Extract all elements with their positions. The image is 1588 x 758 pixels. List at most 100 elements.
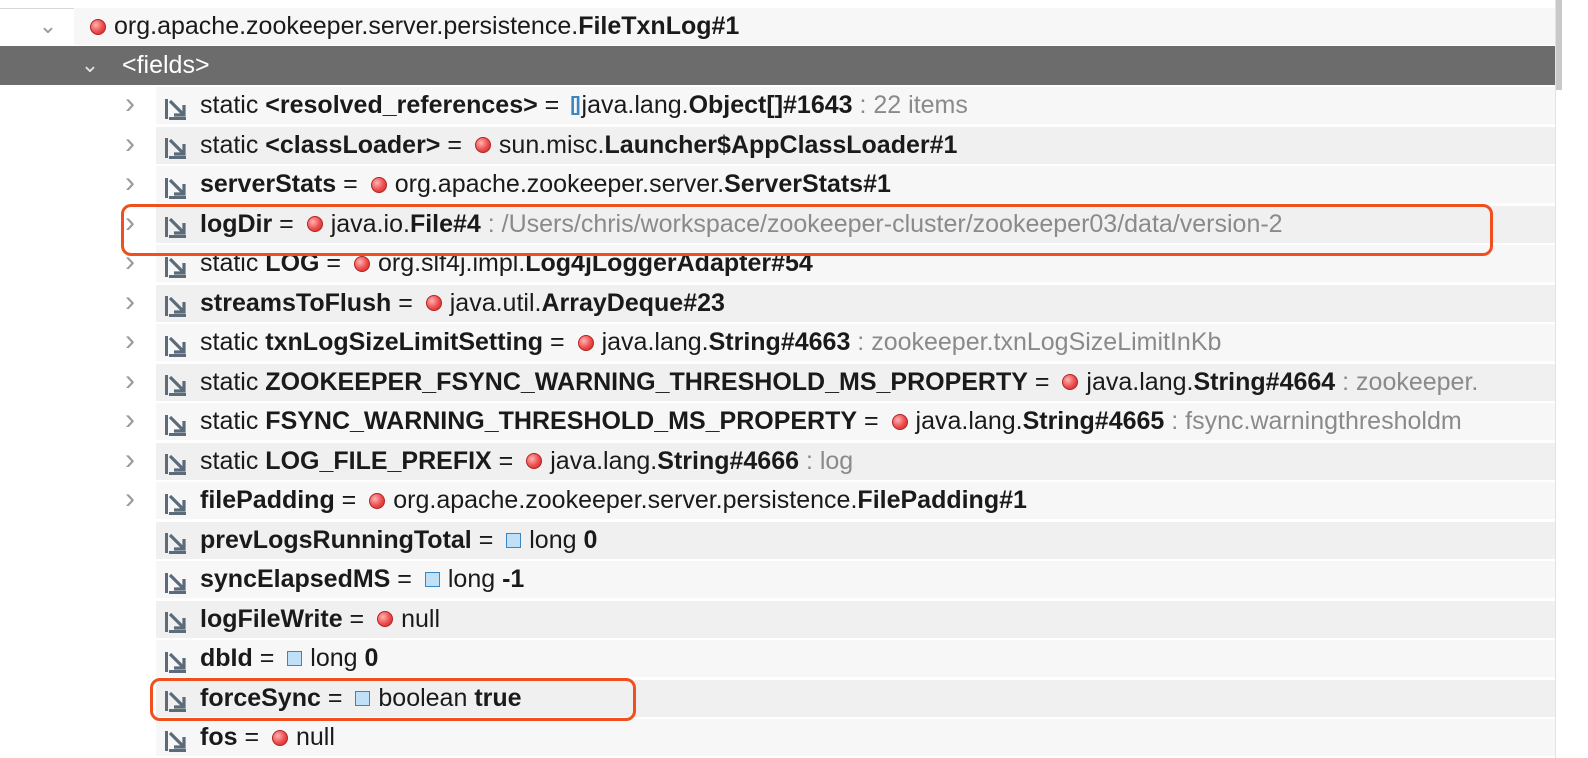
tree-row-root[interactable]: ⌄ org.apache.zookeeper.server.persistenc…: [0, 7, 1556, 46]
field-name: LOG: [265, 249, 320, 277]
field-name: txnLogSizeLimitSetting: [265, 328, 544, 356]
field-row-classloader[interactable]: › static <classLoader> = sun.misc. Launche…: [0, 126, 1556, 165]
field-row-forcesync[interactable]: forceSync = boolean true: [0, 679, 1556, 718]
value-type-prefix: java.lang.: [550, 446, 658, 475]
field-row-dbid[interactable]: dbId = long 0: [0, 639, 1556, 678]
chevron-right-icon[interactable]: ›: [120, 442, 140, 481]
chevron-right-icon[interactable]: ›: [120, 284, 140, 323]
value-type-prefix: org.apache.zookeeper.server.: [394, 170, 725, 198]
value-type-name: true: [474, 683, 522, 712]
field-row-prevlogsrunningtotal[interactable]: prevLogsRunningTotal = long 0: [0, 521, 1556, 560]
field-row-fos[interactable]: fos = null: [0, 718, 1556, 757]
field-row-resolved-references[interactable]: › static <resolved_references> = [] java.l…: [0, 86, 1556, 125]
field-row-syncelapsedms[interactable]: syncElapsedMS = long -1: [0, 560, 1556, 599]
field-row-log-file-prefix[interactable]: › static LOG_FILE_PREFIX = java.lang. Stri…: [0, 442, 1556, 481]
field-row-log[interactable]: › static LOG = org.slf4j.impl. Log4jLogger…: [0, 244, 1556, 283]
chevron-right-icon[interactable]: ›: [120, 402, 140, 441]
field-modifier: static: [200, 328, 266, 356]
chevron-right-icon[interactable]: ›: [120, 126, 140, 165]
value-type-name: File#4: [409, 209, 481, 238]
field-icon: [164, 410, 188, 436]
fields-label: <fields>: [122, 51, 210, 79]
field-name: logFileWrite: [200, 604, 343, 633]
chevron-right-icon[interactable]: ›: [120, 323, 140, 362]
field-icon: [164, 528, 188, 554]
value-type-prefix: java.io.: [330, 209, 410, 238]
chevron-right-icon[interactable]: ›: [120, 244, 140, 283]
equals-sign: =: [1027, 367, 1057, 396]
value-type-prefix: null: [401, 604, 441, 633]
field-row-filepadding[interactable]: › filePadding = org.apache.zookeeper.serv…: [0, 481, 1556, 520]
object-icon: [272, 729, 288, 746]
field-icon: [164, 291, 188, 317]
equals-sign: =: [272, 209, 301, 238]
field-icon: [164, 726, 188, 752]
primitive-icon: [506, 532, 522, 548]
value-type-name: ArrayDeque#23: [541, 288, 725, 317]
value-type-prefix: java.lang.: [601, 328, 709, 356]
field-name: syncElapsedMS: [200, 565, 391, 593]
value-note: : fsync.warningthresholdm: [1164, 407, 1462, 435]
field-icon: [164, 647, 188, 673]
value-type-prefix: java.lang.: [915, 407, 1023, 435]
chevron-right-icon[interactable]: ›: [120, 363, 140, 402]
equals-sign: =: [342, 604, 372, 633]
field-row-fsync-warning-threshold-ms-property[interactable]: › static FSYNC_WARNING_THRESHOLD_MS_PROPE…: [0, 402, 1556, 441]
field-row-zookeeper-fsync-warning-threshold-ms-property[interactable]: › static ZOOKEEPER_FSYNC_WARNING_THRESHOL…: [0, 363, 1556, 402]
equals-sign: =: [440, 130, 469, 159]
field-name: LOG_FILE_PREFIX: [265, 446, 492, 475]
equals-sign: =: [471, 525, 501, 554]
chevron-down-icon[interactable]: ⌄: [38, 7, 58, 46]
value-type-prefix: java.util.: [449, 288, 542, 317]
field-icon: [164, 568, 188, 594]
value-type-name: String#4665: [1022, 407, 1165, 435]
value-type-name: Launcher$AppClassLoader#1: [604, 130, 958, 159]
field-name: logDir: [200, 209, 273, 238]
object-icon: [370, 176, 387, 193]
field-modifier: static: [200, 367, 266, 396]
field-modifier: static: [200, 249, 266, 277]
value-type-prefix: long: [447, 565, 503, 593]
chevron-right-icon[interactable]: ›: [120, 165, 140, 204]
field-row-streamstoflush[interactable]: › streamsToFlush = java.util. ArrayDeque#2…: [0, 284, 1556, 323]
field-row-logdir[interactable]: › logDir = java.io. File#4 : /Users/chris/…: [0, 205, 1556, 244]
equals-sign: =: [319, 249, 348, 277]
object-icon: [369, 492, 386, 509]
equals-sign: =: [320, 683, 350, 712]
value-type-prefix: org.slf4j.impl.: [377, 249, 526, 277]
equals-sign: =: [336, 170, 365, 198]
value-type-prefix: java.lang.: [1086, 367, 1194, 396]
primitive-icon: [287, 651, 303, 666]
field-row-serverstats[interactable]: › serverStats = org.apache.zookeeper.serv…: [0, 165, 1556, 204]
equals-sign: =: [390, 565, 419, 593]
field-row-logfilewrite[interactable]: logFileWrite = null: [0, 600, 1556, 639]
object-icon: [90, 18, 106, 35]
equals-sign: =: [252, 644, 282, 672]
object-icon: [474, 137, 491, 153]
object-icon: [353, 255, 370, 272]
row-background: [156, 719, 1556, 756]
value-type-prefix: sun.misc.: [498, 130, 605, 159]
scrollbar-thumb[interactable]: [1556, 0, 1562, 90]
value-type-prefix: org.apache.zookeeper.server.persistence.: [393, 486, 858, 514]
tree-row-fields[interactable]: ⌄ <fields>: [0, 46, 1556, 85]
field-modifier: static: [200, 91, 266, 119]
field-icon: [164, 331, 188, 357]
chevron-right-icon[interactable]: ›: [120, 205, 140, 244]
value-type-name: String#4663: [708, 328, 851, 356]
value-type-prefix: null: [296, 723, 335, 751]
field-name: ZOOKEEPER_FSYNC_WARNING_THRESHOLD_MS_PRO…: [265, 367, 1028, 396]
field-row-txnlogsizelimitsetting[interactable]: › static txnLogSizeLimitSetting = java.la…: [0, 323, 1556, 362]
field-name: prevLogsRunningTotal: [200, 525, 472, 554]
field-icon: [164, 94, 188, 120]
root-type-name: FileTxnLog#1: [578, 12, 740, 40]
chevron-down-icon[interactable]: ⌄: [80, 46, 100, 85]
field-name: FSYNC_WARNING_THRESHOLD_MS_PROPERTY: [265, 407, 858, 435]
chevron-right-icon[interactable]: ›: [120, 86, 140, 125]
equals-sign: =: [543, 328, 572, 356]
chevron-right-icon[interactable]: ›: [120, 481, 140, 520]
field-icon: [164, 489, 188, 515]
value-note: : zookeeper.: [1335, 367, 1479, 396]
field-name: dbId: [200, 644, 253, 672]
vertical-scrollbar[interactable]: [1555, 0, 1588, 758]
